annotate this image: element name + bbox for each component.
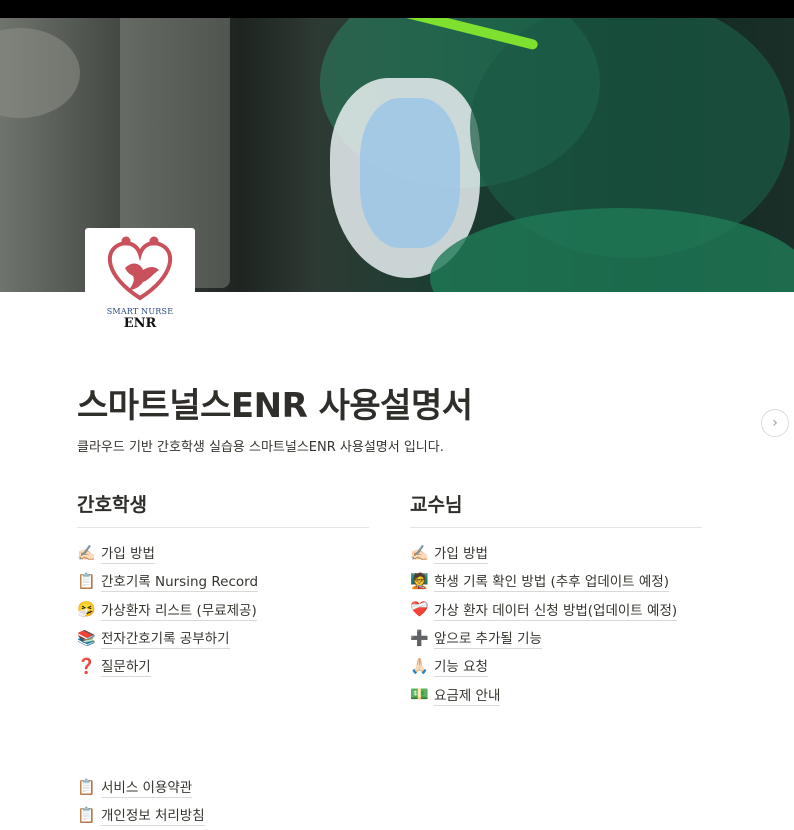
professors-link-label[interactable]: 기능 요청 [434, 655, 488, 678]
logo-text-enr: ENR [123, 316, 157, 331]
students-column: 간호학생 ✍🏻 가입 방법 📋 간호기록 Nursing Record 🤧 가상환자 리스… [77, 490, 369, 680]
footer-link-label[interactable]: 서비스 이용약관 [101, 776, 193, 799]
students-link-item[interactable]: ✍🏻 가입 방법 [77, 539, 369, 567]
footer-links: 📋 서비스 이용약관 📋 개인정보 처리방침 [77, 773, 205, 830]
professors-link-label[interactable]: 가상 환자 데이터 신청 방법(업데이트 예정) [434, 599, 678, 621]
professors-link-item[interactable]: 🧑‍🏫 학생 기록 확인 방법 (추후 업데이트 예정) [410, 567, 702, 595]
question-mark-icon: ❓ [77, 656, 96, 675]
professors-link-item[interactable]: ✍🏻 가입 방법 [410, 539, 702, 567]
students-link-label[interactable]: 전자간호기록 공부하기 [101, 627, 230, 650]
professors-link-item[interactable]: 💵 요금제 안내 [410, 680, 702, 708]
students-link-label[interactable]: 간호기록 Nursing Record [101, 570, 259, 593]
clipboard-icon: 📋 [77, 571, 96, 590]
sick-face-icon: 🤧 [77, 600, 96, 619]
students-link-item[interactable]: 📋 간호기록 Nursing Record [77, 567, 369, 595]
students-link-label[interactable]: 질문하기 [101, 655, 151, 678]
plus-icon: ➕ [410, 628, 429, 647]
students-link-list: ✍🏻 가입 방법 📋 간호기록 Nursing Record 🤧 가상환자 리스트 (무료… [77, 539, 369, 680]
footer-link-label[interactable]: 개인정보 처리방침 [101, 804, 205, 827]
money-icon: 💵 [410, 685, 429, 704]
chevron-right-icon: › [772, 415, 778, 431]
next-button[interactable]: › [761, 409, 789, 437]
mending-heart-icon: ❤️‍🩹 [410, 600, 429, 619]
clipboard-icon: 📋 [77, 805, 96, 824]
students-link-item[interactable]: 📚 전자간호기록 공부하기 [77, 624, 369, 652]
footer-link-item[interactable]: 📋 서비스 이용약관 [77, 773, 205, 801]
logo-text-smart-nurse: SMART NURSE [106, 307, 174, 316]
professors-heading: 교수님 [410, 490, 702, 528]
page-title: 스마트널스ENR 사용설명서 [77, 386, 473, 426]
professors-link-item[interactable]: ❤️‍🩹 가상 환자 데이터 신청 방법(업데이트 예정) [410, 596, 702, 624]
teacher-icon: 🧑‍🏫 [410, 571, 429, 590]
writing-hand-icon: ✍🏻 [410, 543, 429, 562]
professors-link-label[interactable]: 요금제 안내 [434, 684, 501, 706]
students-link-label[interactable]: 가상환자 리스트 (무료제공) [101, 599, 257, 621]
clipboard-icon: 📋 [77, 777, 96, 796]
professors-link-item[interactable]: ➕ 앞으로 추가될 기능 [410, 624, 702, 652]
students-heading: 간호학생 [77, 490, 369, 528]
students-link-item[interactable]: 🤧 가상환자 리스트 (무료제공) [77, 596, 369, 624]
professors-link-list: ✍🏻 가입 방법 🧑‍🏫 학생 기록 확인 방법 (추후 업데이트 예정) ❤️‍🩹 가상… [410, 539, 702, 709]
students-link-label[interactable]: 가입 방법 [101, 542, 155, 565]
praying-hands-icon: 🙏🏻 [410, 656, 429, 675]
logo: SMART NURSE ENR [85, 228, 195, 338]
professors-link-item[interactable]: 🙏🏻 기능 요청 [410, 652, 702, 680]
professors-link-label[interactable]: 학생 기록 확인 방법 (추후 업데이트 예정) [434, 570, 670, 593]
books-icon: 📚 [77, 628, 96, 647]
top-black-bar [0, 0, 794, 18]
page-description: 클라우드 기반 간호학생 실습용 스마트널스ENR 사용설명서 입니다. [77, 440, 444, 455]
heart-dove-logo-icon [107, 236, 173, 301]
professors-link-label[interactable]: 가입 방법 [434, 542, 488, 565]
writing-hand-icon: ✍🏻 [77, 543, 96, 562]
professors-column: 교수님 ✍🏻 가입 방법 🧑‍🏫 학생 기록 확인 방법 (추후 업데이트 예정) ❤️… [410, 490, 702, 709]
students-link-item[interactable]: ❓ 질문하기 [77, 652, 369, 680]
professors-link-label[interactable]: 앞으로 추가될 기능 [434, 627, 542, 650]
footer-link-item[interactable]: 📋 개인정보 처리방침 [77, 801, 205, 829]
